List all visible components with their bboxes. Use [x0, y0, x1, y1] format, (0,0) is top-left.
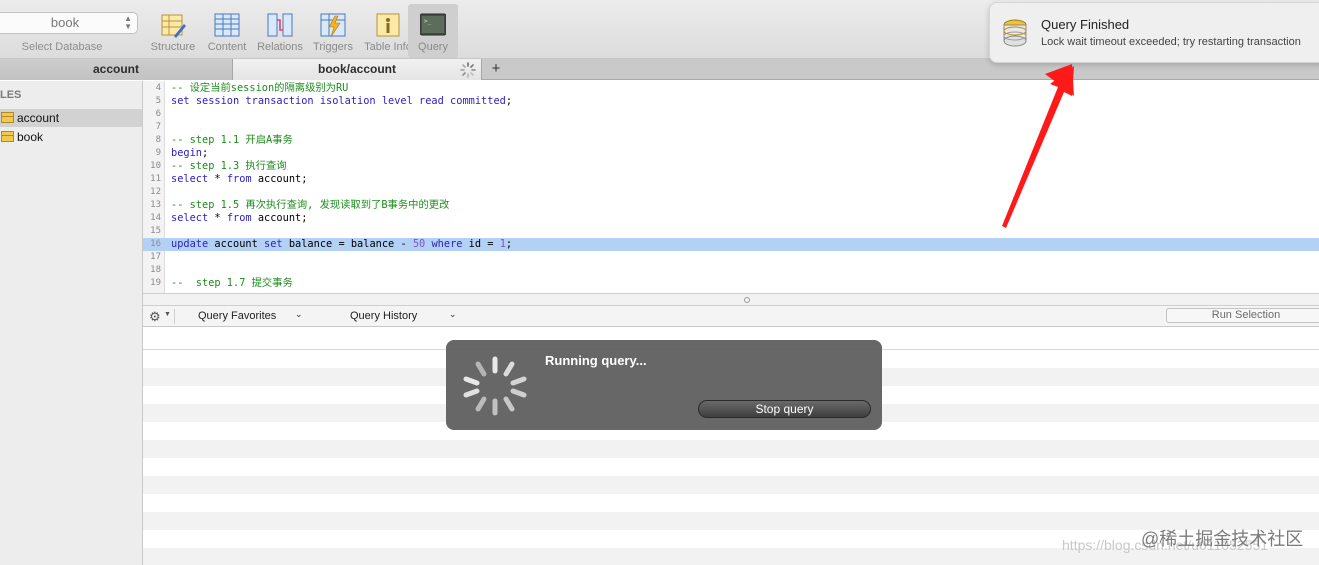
- annotation-arrow-icon: [1002, 64, 1074, 228]
- app-window: book ▲ ▼ Select Database Structure Conten…: [0, 0, 1319, 565]
- watermark-site: @稀土掘金技术社区: [1141, 529, 1304, 549]
